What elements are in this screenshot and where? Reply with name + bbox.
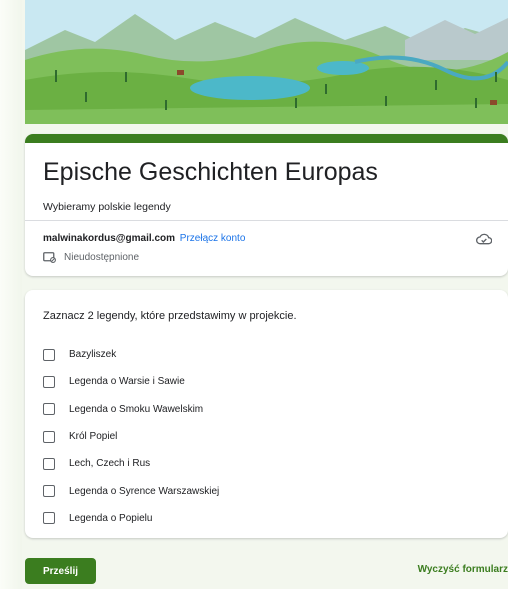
page-left-margin [0,0,22,589]
form-title: Epische Geschichten Europas [43,158,378,186]
accent-bar [25,134,508,143]
option-bazyliszek[interactable]: Bazyliszek [43,341,219,368]
question-text: Zaznacz 2 legendy, które przedstawimy w … [43,310,297,322]
option-label: Legenda o Syrence Warszawskiej [69,485,220,497]
submit-button[interactable]: Prześlij [25,558,96,584]
checkbox-icon[interactable] [43,485,55,498]
checkbox-icon[interactable] [43,512,55,525]
not-shared-icon [43,252,56,263]
checkbox-icon[interactable] [43,375,55,388]
header-banner-image [25,0,508,124]
option-krol-popiel[interactable]: Król Popiel [43,423,219,450]
option-label: Lech, Czech i Rus [69,458,151,470]
option-label: Legenda o Popielu [69,512,153,524]
switch-account-link[interactable]: Przełącz konto [180,233,246,244]
option-wars-i-sawa[interactable]: Legenda o Warsie i Sawie [43,368,219,395]
divider [25,220,508,221]
account-line: malwinakordus@gmail.com Przełącz konto [43,233,245,244]
cloud-check-icon [476,233,492,245]
clear-form-button[interactable]: Wyczyść formularz [418,564,508,575]
question-card: Zaznacz 2 legendy, które przedstawimy w … [25,290,508,538]
checkbox-icon[interactable] [43,430,55,443]
option-syrenka[interactable]: Legenda o Syrence Warszawskiej [43,477,219,504]
option-popiel[interactable]: Legenda o Popielu [43,505,219,532]
option-label: Król Popiel [69,431,118,443]
not-shared-status: Nieudostępnione [43,252,139,263]
option-smok-wawelski[interactable]: Legenda o Smoku Wawelskim [43,396,219,423]
option-label: Legenda o Warsie i Sawie [69,376,185,388]
form-header-card: Epische Geschichten Europas Wybieramy po… [25,134,508,276]
account-email: malwinakordus@gmail.com [43,233,176,244]
option-label: Bazyliszek [69,349,117,361]
checkbox-icon[interactable] [43,348,55,361]
form-description: Wybieramy polskie legendy [43,201,171,213]
not-shared-label: Nieudostępnione [64,252,140,263]
checkbox-icon[interactable] [43,457,55,470]
checkbox-icon[interactable] [43,403,55,416]
option-lech-czech-rus[interactable]: Lech, Czech i Rus [43,450,219,477]
landscape-illustration [25,0,508,124]
checkbox-options: Bazyliszek Legenda o Warsie i Sawie Lege… [43,341,219,532]
option-label: Legenda o Smoku Wawelskim [69,403,204,415]
